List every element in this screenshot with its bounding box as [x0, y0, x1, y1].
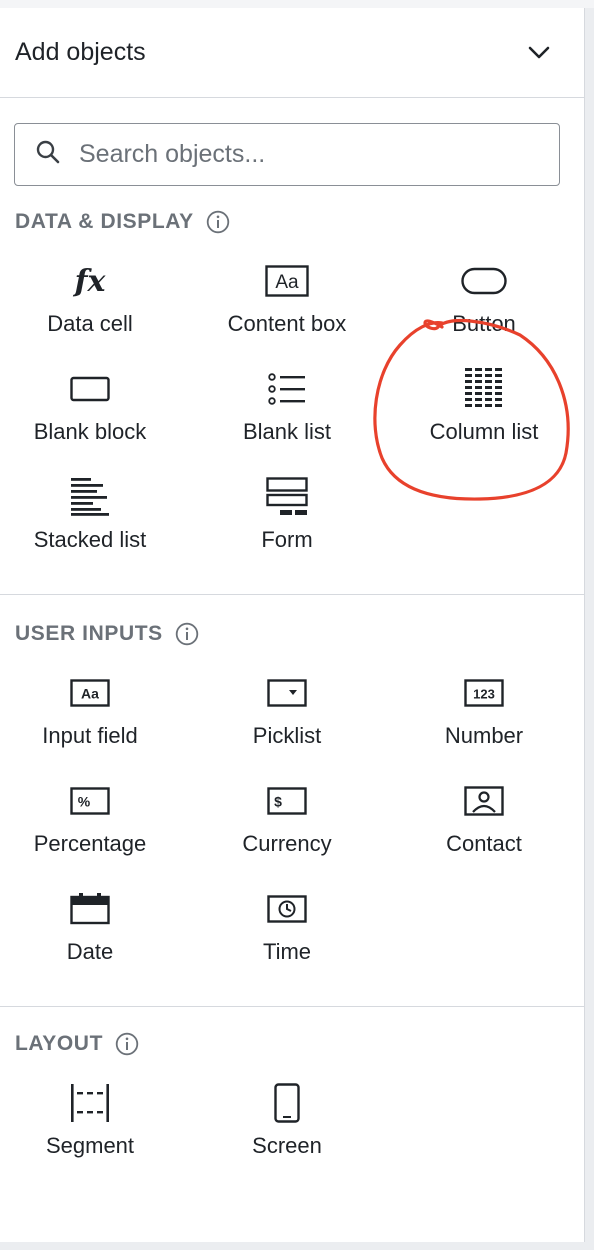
button-icon: [461, 255, 507, 307]
segment-icon: [69, 1077, 111, 1129]
object-label: Blank list: [242, 419, 332, 444]
form-icon: [266, 471, 308, 523]
section-label: DATA & DISPLAY: [15, 210, 194, 233]
picklist-icon: [267, 667, 307, 719]
list-icon: [268, 363, 306, 415]
screen-icon: [274, 1077, 300, 1129]
object-label: Column list: [429, 419, 539, 444]
section-title-layout: LAYOUT: [15, 1030, 139, 1058]
svg-text:$: $: [274, 794, 282, 810]
object-form[interactable]: Form: [192, 471, 382, 571]
object-label: Number: [444, 723, 524, 748]
info-icon[interactable]: [175, 622, 199, 646]
chevron-down-icon[interactable]: [528, 42, 550, 64]
svg-text:Aa: Aa: [275, 272, 299, 293]
object-screen[interactable]: Screen: [192, 1077, 382, 1177]
object-label: Time: [262, 939, 312, 964]
search-icon: [35, 139, 61, 170]
currency-icon: $: [267, 775, 307, 827]
time-icon: [267, 883, 307, 935]
object-date[interactable]: Date: [0, 883, 185, 983]
search-field[interactable]: [14, 123, 560, 186]
object-data-cell[interactable]: fx Data cell: [0, 255, 185, 355]
search-input[interactable]: [77, 139, 541, 170]
object-label: Content box: [227, 311, 347, 336]
object-time[interactable]: Time: [192, 883, 382, 983]
section-title-data-display: DATA & DISPLAY: [15, 208, 230, 236]
svg-text:%: %: [78, 794, 91, 810]
object-blank-list[interactable]: Blank list: [192, 363, 382, 463]
object-currency[interactable]: $ Currency: [192, 775, 382, 875]
object-stacked-list[interactable]: Stacked list: [0, 471, 185, 571]
object-input-field[interactable]: Aa Input field: [0, 667, 185, 767]
object-picklist[interactable]: Picklist: [192, 667, 382, 767]
input-field-icon: Aa: [70, 667, 110, 719]
object-contact[interactable]: Contact: [389, 775, 579, 875]
fx-icon: fx: [74, 263, 106, 299]
object-number[interactable]: 123 Number: [389, 667, 579, 767]
add-objects-panel: Add objects DATA & DISPLAY fx Data cell …: [0, 8, 585, 1242]
section-divider: [0, 594, 585, 595]
object-label: Currency: [242, 831, 332, 856]
object-label: Segment: [45, 1133, 135, 1158]
object-content-box[interactable]: Aa Content box: [192, 255, 382, 355]
section-label: USER INPUTS: [15, 622, 163, 645]
percentage-icon: %: [70, 775, 110, 827]
panel-header[interactable]: Add objects: [0, 8, 584, 98]
object-label: Picklist: [252, 723, 322, 748]
svg-text:123: 123: [473, 687, 495, 702]
contact-icon: [464, 775, 504, 827]
object-label: Blank block: [33, 419, 147, 444]
object-column-list[interactable]: Column list: [389, 363, 579, 463]
number-icon: 123: [464, 667, 504, 719]
panel-title: Add objects: [15, 38, 146, 66]
section-title-user-inputs: USER INPUTS: [15, 620, 199, 648]
object-label: Percentage: [33, 831, 147, 856]
svg-text:Aa: Aa: [81, 686, 99, 702]
object-label: Stacked list: [33, 527, 147, 552]
object-blank-block[interactable]: Blank block: [0, 363, 185, 463]
object-percentage[interactable]: % Percentage: [0, 775, 185, 875]
section-divider: [0, 1006, 585, 1007]
object-label: Button: [452, 311, 516, 336]
date-icon: [70, 883, 110, 935]
info-icon[interactable]: [206, 210, 230, 234]
object-segment[interactable]: Segment: [0, 1077, 185, 1177]
column-list-icon: [464, 363, 504, 415]
object-label: Input field: [42, 723, 138, 748]
object-label: Contact: [446, 831, 522, 856]
object-label: Date: [66, 939, 114, 964]
text-box-icon: Aa: [265, 255, 309, 307]
object-label: Screen: [252, 1133, 322, 1158]
window-top-strip: [0, 0, 594, 8]
stacked-list-icon: [70, 471, 110, 523]
object-label: Data cell: [47, 311, 133, 336]
blank-block-icon: [70, 363, 110, 415]
object-button[interactable]: Button: [389, 255, 579, 355]
info-icon[interactable]: [115, 1032, 139, 1056]
section-label: LAYOUT: [15, 1032, 103, 1055]
object-label: Form: [261, 527, 313, 552]
